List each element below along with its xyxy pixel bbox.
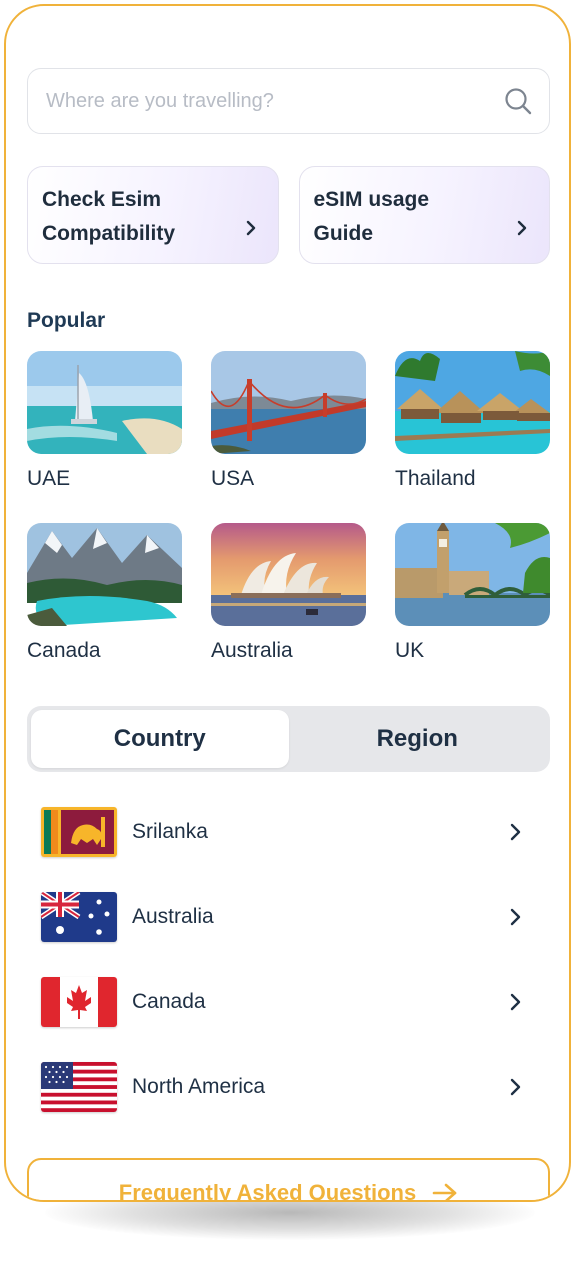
- destination-image-uae: [27, 351, 182, 454]
- card-label: eSIM usage Guide: [313, 188, 430, 245]
- chevron-right-icon: [246, 220, 255, 236]
- arrow-right-icon: [432, 1183, 457, 1200]
- chevron-right-icon: [510, 993, 521, 1010]
- destination-name: UK: [395, 639, 425, 662]
- faq-label: Frequently Asked Questions: [118, 1180, 417, 1202]
- search-icon[interactable]: [503, 86, 533, 116]
- destination-name: Canada: [27, 639, 101, 662]
- country-row-canada[interactable]: Canada: [27, 959, 550, 1044]
- quick-links: Check Esim Compatibility eSIM usage Guid…: [27, 166, 550, 264]
- destination-usa[interactable]: USA: [211, 351, 366, 491]
- chevron-right-icon: [517, 220, 527, 236]
- chevron-right-icon: [510, 908, 521, 925]
- destination-australia[interactable]: Australia: [211, 523, 366, 663]
- destination-uk[interactable]: UK: [395, 523, 550, 663]
- destination-canada[interactable]: Canada: [27, 523, 182, 663]
- destination-image-australia: [211, 523, 366, 626]
- country-name: North America: [132, 1074, 266, 1098]
- tab-country[interactable]: Country: [31, 710, 289, 768]
- faq-button[interactable]: Frequently Asked Questions: [27, 1158, 550, 1202]
- destination-image-canada: [27, 523, 182, 626]
- destination-name: Australia: [211, 639, 293, 662]
- country-list: Srilanka Australia Canada North America: [27, 789, 550, 1129]
- country-row-north-america[interactable]: North America: [27, 1044, 550, 1129]
- destination-name: UAE: [27, 467, 71, 490]
- country-row-australia[interactable]: Australia: [27, 874, 550, 959]
- country-name: Srilanka: [132, 819, 208, 843]
- search-input[interactable]: [46, 89, 503, 113]
- country-name: Australia: [132, 904, 214, 928]
- destination-image-usa: [211, 351, 366, 454]
- card-label: Check Esim Compatibility: [42, 188, 176, 245]
- flag-canada-icon: [41, 976, 117, 1027]
- esim-usage-guide-card[interactable]: eSIM usage Guide: [298, 166, 550, 264]
- flag-australia-icon: [41, 891, 117, 942]
- flag-srilanka-icon: [41, 806, 117, 857]
- chevron-right-icon: [510, 1078, 521, 1095]
- destination-uae[interactable]: UAE: [27, 351, 182, 491]
- destination-image-thailand: [395, 351, 550, 454]
- search-bar[interactable]: [27, 68, 550, 134]
- chevron-right-icon: [510, 823, 521, 840]
- country-name: Canada: [132, 989, 206, 1013]
- destination-name: Thailand: [395, 467, 476, 490]
- phone-frame: Check Esim Compatibility eSIM usage Guid…: [4, 4, 571, 1202]
- tab-region[interactable]: Region: [289, 710, 547, 768]
- flag-usa-icon: [41, 1061, 117, 1112]
- popular-heading: Popular: [27, 309, 106, 332]
- check-esim-compatibility-card[interactable]: Check Esim Compatibility: [27, 166, 279, 264]
- destination-thailand[interactable]: Thailand: [395, 351, 550, 491]
- destination-name: USA: [211, 467, 255, 490]
- country-row-srilanka[interactable]: Srilanka: [27, 789, 550, 874]
- destination-image-uk: [395, 523, 550, 626]
- country-region-toggle: Country Region: [27, 706, 550, 772]
